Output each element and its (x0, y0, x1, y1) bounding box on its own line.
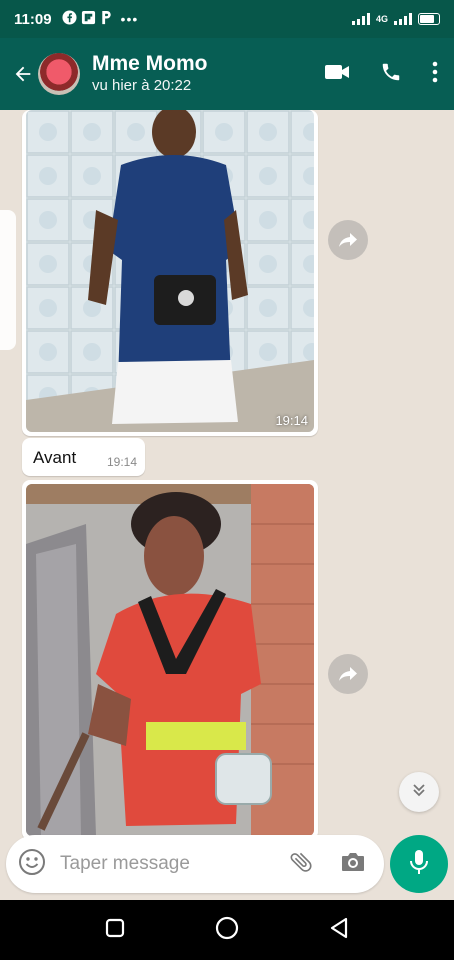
message-input-bar: Taper message (6, 835, 384, 893)
image-message[interactable] (22, 480, 318, 840)
system-nav-bar (0, 900, 454, 960)
emoji-icon[interactable] (18, 848, 46, 881)
scroll-down-button[interactable] (399, 772, 439, 812)
battery-icon (418, 13, 440, 25)
more-notifications: ••• (120, 11, 139, 27)
notification-icons: ••• (62, 10, 139, 28)
photo[interactable] (26, 484, 314, 836)
phone-icon[interactable] (380, 61, 402, 88)
network-label: 4G (375, 14, 388, 24)
input-actions (288, 849, 366, 880)
partial-message (0, 210, 16, 350)
mic-button[interactable] (390, 835, 448, 893)
forward-icon[interactable] (328, 220, 368, 260)
message-time: 19:14 (275, 413, 308, 428)
text-message[interactable]: Avant 19:14 (22, 438, 145, 476)
camera-icon[interactable] (340, 850, 366, 879)
mic-icon (409, 849, 429, 880)
back-icon[interactable] (329, 917, 349, 944)
facebook-icon (62, 10, 77, 28)
status-right: 4G (351, 13, 440, 25)
message-input[interactable]: Taper message (60, 853, 288, 875)
back-arrow-icon[interactable] (10, 61, 36, 87)
recents-icon[interactable] (105, 918, 125, 943)
header-actions (324, 61, 438, 88)
video-call-icon[interactable] (324, 63, 350, 86)
attach-icon[interactable] (288, 849, 314, 880)
chat-area[interactable]: 19:14 Avant 19:14 (0, 110, 454, 900)
message-text: Avant (33, 448, 77, 467)
image-message[interactable]: 19:14 (22, 110, 318, 436)
signal-icon-2 (394, 13, 412, 25)
flipboard-icon (81, 10, 96, 28)
status-time: 11:09 (14, 10, 52, 28)
chevron-double-down-icon (411, 782, 427, 803)
forward-icon[interactable] (328, 654, 368, 694)
photo[interactable] (26, 110, 314, 432)
p-app-icon (100, 10, 113, 28)
contact-name: Mme Momo (92, 52, 208, 75)
more-vert-icon[interactable] (432, 61, 438, 88)
contact-info[interactable]: Mme Momo vu hier à 20:22 (92, 52, 208, 96)
chat-header: Mme Momo vu hier à 20:22 (0, 38, 454, 110)
status-bar: 11:09 ••• 4G (0, 0, 454, 38)
message-time: 19:14 (106, 455, 137, 469)
home-icon[interactable] (215, 916, 239, 945)
contact-status: vu hier à 20:22 (92, 77, 192, 94)
signal-icon (351, 13, 370, 25)
avatar[interactable] (38, 53, 80, 95)
